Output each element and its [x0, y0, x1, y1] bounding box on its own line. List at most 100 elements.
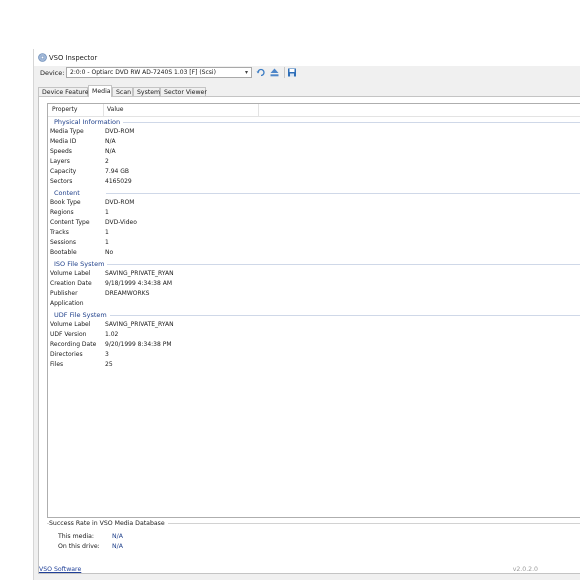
version-label: v2.0.2.0	[512, 566, 538, 573]
vso-software-link[interactable]: VSO Software	[39, 566, 81, 573]
list-item[interactable]: Application	[48, 299, 580, 309]
device-dropdown[interactable]: 2:0:0 - Optiarc DVD RW AD-7240S 1.03 [F]…	[66, 67, 252, 78]
property-name: Sessions	[50, 239, 77, 246]
list-item[interactable]: Sectors 4165029	[48, 177, 580, 187]
property-name: Application	[50, 300, 84, 307]
property-value: DVD-ROM	[105, 128, 135, 135]
list-item[interactable]: Media Type DVD-ROM	[48, 127, 580, 137]
property-name: Files	[50, 361, 64, 368]
property-name: Volume Label	[50, 270, 91, 277]
property-name: Media ID	[50, 138, 77, 145]
property-name: Regions	[50, 209, 74, 216]
list-item[interactable]: Bootable No	[48, 248, 580, 258]
property-name: Publisher	[50, 290, 78, 297]
chevron-down-icon[interactable]: ▾	[242, 68, 251, 77]
list-item[interactable]: Regions 1	[48, 208, 580, 218]
on-drive-value: N/A	[112, 543, 123, 550]
list-item[interactable]: Speeds N/A	[48, 147, 580, 157]
on-drive-label: On this drive:	[58, 543, 100, 550]
property-value: SAVING_PRIVATE_RYAN	[105, 321, 174, 328]
tab-media[interactable]: Media	[88, 85, 112, 97]
this-media-value: N/A	[112, 533, 123, 540]
property-value: DVD-ROM	[105, 199, 135, 206]
group-header[interactable]: UDF File System	[48, 309, 580, 320]
property-value: DVD-Video	[105, 219, 137, 226]
list-item[interactable]: Layers 2	[48, 157, 580, 167]
property-name: Media Type	[50, 128, 84, 135]
group-header[interactable]: Content	[48, 187, 580, 198]
group-divider	[106, 193, 580, 194]
property-value: 1	[105, 209, 109, 216]
group-header[interactable]: Physical Information	[48, 116, 580, 127]
group-label: UDF File System	[54, 311, 110, 319]
property-name: UDF Version	[50, 331, 87, 338]
list-item[interactable]: Publisher DREAMWORKS	[48, 289, 580, 299]
list-item[interactable]: Files 25	[48, 360, 580, 370]
property-name: Creation Date	[50, 280, 92, 287]
save-icon[interactable]	[287, 67, 297, 78]
eject-icon[interactable]	[269, 67, 279, 78]
success-rate-group: Success Rate in VSO Media Database This …	[47, 520, 580, 569]
property-value: 1	[105, 229, 109, 236]
media-properties-list[interactable]: Property Value Physical Information Media…	[47, 103, 580, 518]
device-label: Device:	[40, 69, 65, 77]
list-item[interactable]: Book Type DVD-ROM	[48, 198, 580, 208]
list-item[interactable]: Content Type DVD-Video	[48, 218, 580, 228]
property-value: No	[105, 249, 114, 256]
property-value: 25	[105, 361, 113, 368]
list-item[interactable]: Capacity 7.94 GB	[48, 167, 580, 177]
property-value: N/A	[105, 138, 116, 145]
list-item[interactable]: Volume Label SAVING_PRIVATE_RYAN	[48, 269, 580, 279]
list-item[interactable]: Volume Label SAVING_PRIVATE_RYAN	[48, 320, 580, 330]
column-divider[interactable]	[103, 104, 104, 116]
list-rows: Physical Information Media Type DVD-ROM Med…	[48, 116, 580, 370]
property-value: 4165029	[105, 178, 132, 185]
window-title: VSO Inspector	[49, 54, 98, 62]
property-value: SAVING_PRIVATE_RYAN	[105, 270, 174, 277]
group-divider	[106, 264, 580, 265]
property-value: 1	[105, 239, 109, 246]
refresh-icon[interactable]	[256, 67, 266, 78]
property-name: Volume Label	[50, 321, 91, 328]
media-tab-panel: Property Value Physical Information Media…	[38, 96, 580, 574]
property-name: Sectors	[50, 178, 73, 185]
list-item[interactable]: Creation Date 9/18/1999 4:34:38 AM	[48, 279, 580, 289]
group-header[interactable]: ISO File System	[48, 258, 580, 269]
property-name: Tracks	[50, 229, 69, 236]
list-item[interactable]: Tracks 1	[48, 228, 580, 238]
property-value: 9/18/1999 4:34:38 AM	[105, 280, 172, 287]
column-header-value[interactable]: Value	[107, 106, 123, 113]
group-label: ISO File System	[54, 260, 108, 268]
property-name: Bootable	[50, 249, 77, 256]
list-item[interactable]: Recording Date 9/20/1999 8:34:38 PM	[48, 340, 580, 350]
property-name: Capacity	[50, 168, 77, 175]
group-label: Content	[54, 189, 83, 197]
column-divider[interactable]	[258, 104, 259, 116]
property-value: N/A	[105, 148, 116, 155]
property-name: Directories	[50, 351, 83, 358]
property-name: Recording Date	[50, 341, 97, 348]
property-value: 9/20/1999 8:34:38 PM	[105, 341, 172, 348]
disc-app-icon	[38, 53, 47, 62]
success-rate-title: Success Rate in VSO Media Database	[49, 520, 168, 527]
group-label: Physical Information	[54, 118, 124, 126]
property-value: DREAMWORKS	[105, 290, 150, 297]
title-bar: VSO Inspector	[34, 49, 580, 66]
property-name: Layers	[50, 158, 70, 165]
property-name: Book Type	[50, 199, 81, 206]
app-window: VSO Inspector Device: 2:0:0 - Optiarc DV…	[33, 49, 580, 580]
this-media-label: This media:	[58, 533, 94, 540]
property-value: 3	[105, 351, 109, 358]
list-item[interactable]: Directories 3	[48, 350, 580, 360]
list-item[interactable]: UDF Version 1.02	[48, 330, 580, 340]
list-item[interactable]: Sessions 1	[48, 238, 580, 248]
property-name: Speeds	[50, 148, 72, 155]
group-divider	[106, 315, 580, 316]
list-item[interactable]: Media ID N/A	[48, 137, 580, 147]
property-value: 2	[105, 158, 109, 165]
column-header-property[interactable]: Property	[52, 106, 77, 113]
property-value: 1.02	[105, 331, 119, 338]
device-dropdown-value: 2:0:0 - Optiarc DVD RW AD-7240S 1.03 [F]…	[70, 69, 216, 76]
property-name: Content Type	[50, 219, 90, 226]
group-divider	[106, 122, 580, 123]
